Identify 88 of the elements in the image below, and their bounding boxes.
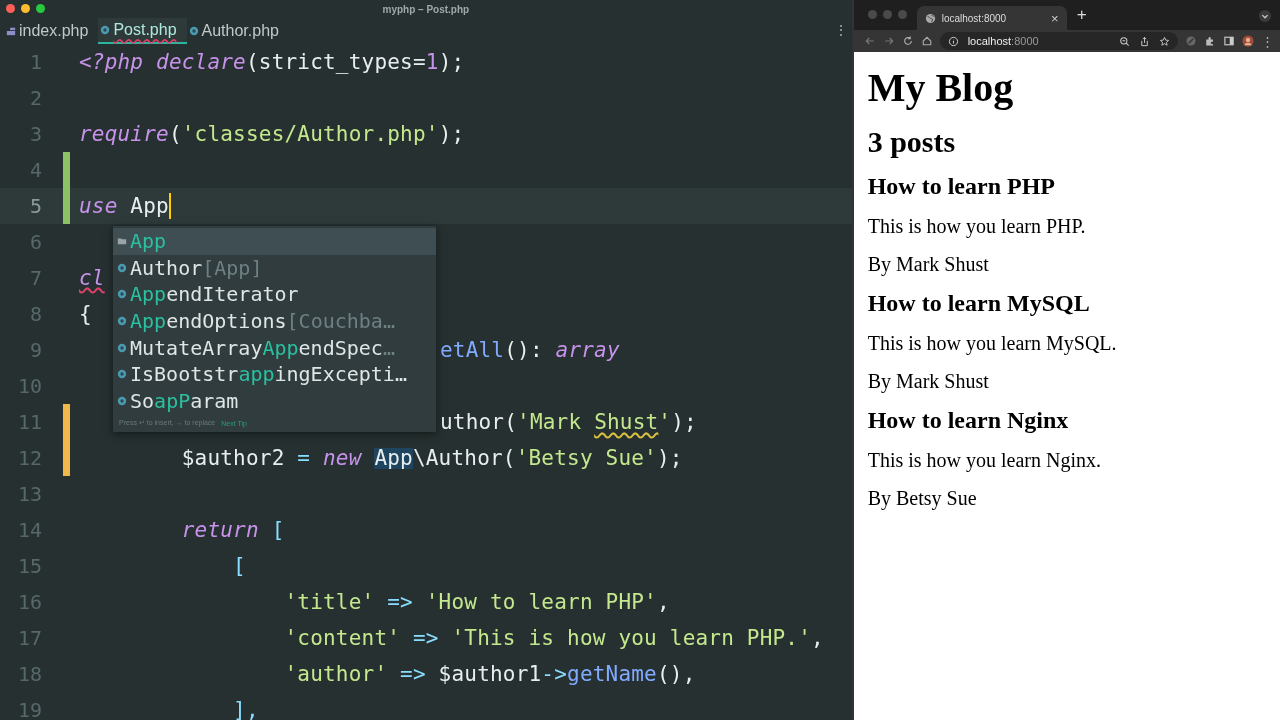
code-line: cl <box>79 267 105 289</box>
share-icon[interactable] <box>1139 35 1150 47</box>
zoom-button[interactable] <box>36 4 45 13</box>
minimize-button[interactable] <box>21 4 30 13</box>
page-title: My Blog <box>867 64 1015 111</box>
line-number: 4 <box>28 158 42 182</box>
window-title: myphp – Post.php <box>382 3 470 15</box>
code-line: 'title' => 'How to learn PHP', <box>283 591 670 613</box>
post-author: By Betsy Sue <box>867 486 978 510</box>
line-number: 12 <box>16 446 42 470</box>
post-content: This is how you learn MySQL. <box>867 331 1118 355</box>
close-tab-button[interactable]: × <box>1051 10 1059 26</box>
line-number: 8 <box>28 302 42 326</box>
line-number: 18 <box>16 662 42 686</box>
class-icon <box>117 289 127 300</box>
text-cursor <box>168 193 171 219</box>
code-line: { <box>79 303 92 325</box>
class-icon <box>100 25 111 35</box>
completion-item[interactable]: App <box>113 228 436 255</box>
file-tab[interactable]: index.php <box>4 18 99 44</box>
post-content: This is how you learn Nginx. <box>867 448 1102 472</box>
star-icon[interactable] <box>1159 35 1170 47</box>
code-line: use App <box>79 195 169 217</box>
code-line: 'author' => $author1->getName(), <box>283 663 696 685</box>
avatar-icon[interactable] <box>1242 35 1254 47</box>
post-title: How to learn PHP <box>867 173 1056 200</box>
code-line: return [ <box>180 519 285 541</box>
file-tab[interactable]: Author.php <box>186 18 289 44</box>
code-line: uthor('Mark Shust'); <box>440 411 697 433</box>
code-line: ], <box>232 699 259 720</box>
code-line: etAll(): array <box>440 339 620 361</box>
class-icon <box>188 26 199 36</box>
tab-search-icon[interactable] <box>1258 9 1272 23</box>
class-icon <box>117 342 127 353</box>
back-icon[interactable] <box>863 35 876 47</box>
code-line: $author2 = new App\Author('Betsy Sue'); <box>180 447 683 469</box>
line-number: 6 <box>28 230 42 254</box>
line-number: 15 <box>16 554 42 578</box>
line-number: 10 <box>16 374 42 398</box>
info-icon <box>947 35 959 47</box>
completion-item[interactable]: IsBootstrappingExcepti… <box>113 360 436 388</box>
line-number: 3 <box>28 122 42 146</box>
line-number: 2 <box>28 86 42 110</box>
line-number: 13 <box>16 482 42 506</box>
close-button[interactable] <box>6 4 15 13</box>
globe-icon <box>924 12 936 24</box>
browser-tab[interactable]: localhost:8000 × <box>916 6 1067 30</box>
line-number: 14 <box>16 518 42 542</box>
code-line: require('classes/Author.php'); <box>79 123 465 145</box>
menu-icon[interactable]: ⋮ <box>1261 33 1274 49</box>
completion-item[interactable]: Author[App] <box>113 254 436 282</box>
line-number: 11 <box>16 410 42 434</box>
zoom-icon[interactable] <box>1119 35 1130 47</box>
post-count: 3 posts <box>867 125 957 159</box>
home-icon[interactable] <box>920 35 933 47</box>
code-line: 'content' => 'This is how you learn PHP.', <box>283 627 824 649</box>
post-title: How to learn MySQL <box>867 290 1091 317</box>
line-number: 9 <box>28 338 42 362</box>
folder-icon <box>117 236 127 247</box>
more-icon[interactable]: ⋮ <box>833 22 848 38</box>
line-number: 19 <box>16 698 42 720</box>
address-bar[interactable]: localhost:8000 <box>939 32 1178 50</box>
reload-icon[interactable] <box>901 35 914 47</box>
post-content: This is how you learn PHP. <box>867 214 1087 238</box>
puzzle-icon[interactable] <box>1204 35 1216 47</box>
line-number: 7 <box>28 266 42 290</box>
class-icon <box>117 262 127 273</box>
forward-icon[interactable] <box>882 35 895 47</box>
post-author: By Mark Shust <box>867 252 990 276</box>
post-title: How to learn Nginx <box>867 407 1070 434</box>
class-icon <box>117 369 127 380</box>
new-tab-button[interactable]: + <box>1066 5 1097 30</box>
class-icon <box>117 316 127 327</box>
completion-item[interactable]: AppendIterator <box>113 281 436 308</box>
post-author: By Mark Shust <box>867 369 990 393</box>
line-number: 17 <box>16 626 42 650</box>
class-icon <box>117 395 127 406</box>
code-line: <?php declare(strict_types=1); <box>79 51 465 73</box>
line-number: 16 <box>16 590 42 614</box>
sidebar-icon[interactable] <box>1223 35 1235 47</box>
completion-item[interactable]: SoapParam <box>113 387 436 415</box>
code-line: [ <box>232 555 246 577</box>
file-icon <box>6 26 16 36</box>
file-tab[interactable]: Post.php <box>98 18 187 44</box>
completion-item[interactable]: AppendOptions[Couchba… <box>113 307 436 335</box>
line-number: 1 <box>28 50 42 74</box>
line-number: 5 <box>28 194 42 218</box>
completion-item[interactable]: MutateArrayAppendSpec… <box>113 334 436 361</box>
